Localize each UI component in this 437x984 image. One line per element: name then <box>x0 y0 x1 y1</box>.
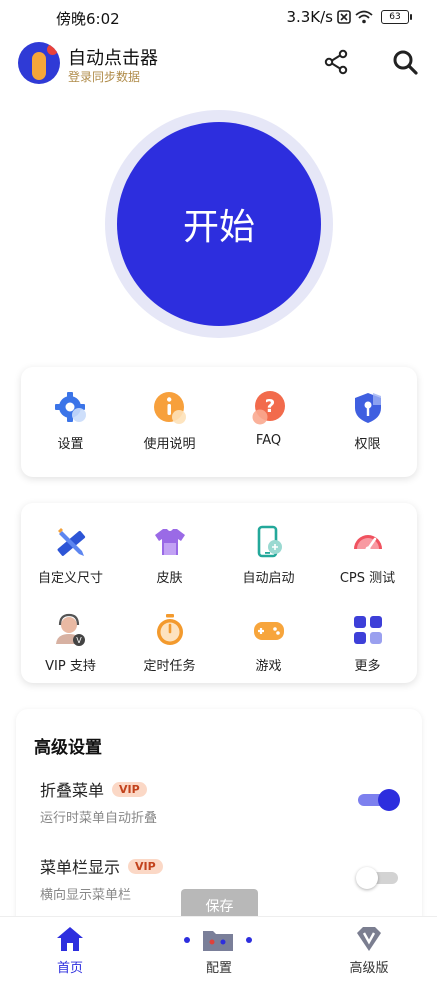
home-icon <box>57 927 83 951</box>
wifi-icon <box>355 10 373 24</box>
tool-item-custom-size[interactable]: 自定义尺寸 <box>21 503 120 591</box>
no-sim-icon <box>337 10 351 24</box>
start-button[interactable]: 开始 <box>117 122 321 326</box>
ruler-pencil-icon <box>57 528 85 556</box>
status-bar: 傍晚6:02 3.3K/s 63 <box>0 0 437 34</box>
option-title-label: 折叠菜单 <box>40 781 105 800</box>
info-icon <box>153 392 186 424</box>
menu-bar-display-desc: 横向显示菜单栏 <box>40 888 132 903</box>
speedometer-icon <box>353 535 382 552</box>
tool-item-scheduled-task[interactable]: 定时任务 <box>120 591 219 679</box>
vip-badge: VIP <box>128 858 163 874</box>
battery-icon: 63 <box>381 10 412 24</box>
app-logo <box>18 42 60 84</box>
tool-item-games[interactable]: 游戏 <box>219 591 318 679</box>
tool-label: VIP 支持 <box>45 659 96 674</box>
tool-item-vip-support[interactable]: V VIP 支持 <box>21 591 120 679</box>
stopwatch-icon <box>156 614 183 645</box>
svg-text:V: V <box>76 636 82 645</box>
tool-label: 定时任务 <box>143 659 196 674</box>
fold-menu-desc: 运行时菜单自动折叠 <box>40 811 158 826</box>
gamepad-icon <box>253 622 284 640</box>
menu-item-faq[interactable]: ? FAQ <box>219 367 318 457</box>
tool-label: CPS 测试 <box>339 571 396 586</box>
option-title-label: 菜单栏显示 <box>40 858 121 877</box>
menu-item-instructions[interactable]: 使用说明 <box>120 367 219 457</box>
network-speed: 3.3K/s <box>286 8 333 26</box>
start-button-ring: 开始 <box>105 110 333 338</box>
tool-item-cps-test[interactable]: CPS 测试 <box>318 503 417 591</box>
shield-key-icon <box>354 393 381 423</box>
advanced-settings-title: 高级设置 <box>34 738 102 758</box>
tool-item-more[interactable]: 更多 <box>318 591 417 679</box>
search-button[interactable] <box>389 46 421 78</box>
app-header: 自动点击器 登录同步数据 <box>0 36 437 92</box>
menu-label: FAQ <box>255 433 282 448</box>
login-sync-link[interactable]: 登录同步数据 <box>68 68 140 85</box>
menu-label: 使用说明 <box>143 437 196 452</box>
share-button[interactable] <box>320 46 352 78</box>
tool-item-skin[interactable]: 皮肤 <box>120 503 219 591</box>
menu-item-settings[interactable]: 设置 <box>21 367 120 457</box>
fold-menu-title: 折叠菜单 VIP <box>40 777 147 801</box>
tool-label: 游戏 <box>255 659 282 674</box>
tab-premium[interactable]: 高级版 <box>309 925 429 976</box>
folder-icon <box>184 931 252 951</box>
tools-card: 自定义尺寸 皮肤 自动启动 CPS 测试 V VIP 支持 定时任务 游戏 更多 <box>21 503 417 683</box>
phone-link-icon <box>257 525 282 558</box>
shirt-icon <box>154 529 185 555</box>
tab-label: 首页 <box>56 961 83 976</box>
menu-bar-display-title: 菜单栏显示 VIP <box>40 854 163 878</box>
gear-icon <box>54 392 86 422</box>
tool-label: 更多 <box>354 659 381 674</box>
question-icon: ? <box>252 391 285 425</box>
fold-menu-toggle[interactable] <box>358 789 400 811</box>
main-menu-card: 设置 使用说明 ? FAQ 权限 <box>21 367 417 477</box>
tool-item-auto-start[interactable]: 自动启动 <box>219 503 318 591</box>
bottom-tab-bar: 首页 配置 高级版 <box>0 916 437 984</box>
tab-label: 高级版 <box>349 961 389 976</box>
menu-label: 设置 <box>57 437 84 452</box>
tab-config[interactable]: 配置 <box>159 925 279 976</box>
grid-icon <box>353 616 382 644</box>
app-title: 自动点击器 <box>68 48 158 69</box>
menu-item-permissions[interactable]: 权限 <box>318 367 417 457</box>
status-time: 傍晚6:02 <box>56 10 120 28</box>
status-right: 3.3K/s 63 <box>286 8 412 26</box>
menu-bar-display-toggle[interactable] <box>356 867 398 889</box>
tab-label: 配置 <box>205 961 232 976</box>
menu-label: 权限 <box>354 437 381 452</box>
share-icon <box>324 49 348 75</box>
tool-label: 皮肤 <box>156 571 183 586</box>
support-agent-icon: V <box>55 613 85 646</box>
diamond-v-icon <box>357 927 381 951</box>
tab-home[interactable]: 首页 <box>10 925 130 976</box>
vip-badge: VIP <box>112 781 147 797</box>
search-icon <box>393 50 418 75</box>
tool-label: 自动启动 <box>242 571 295 586</box>
tool-label: 自定义尺寸 <box>37 571 103 586</box>
